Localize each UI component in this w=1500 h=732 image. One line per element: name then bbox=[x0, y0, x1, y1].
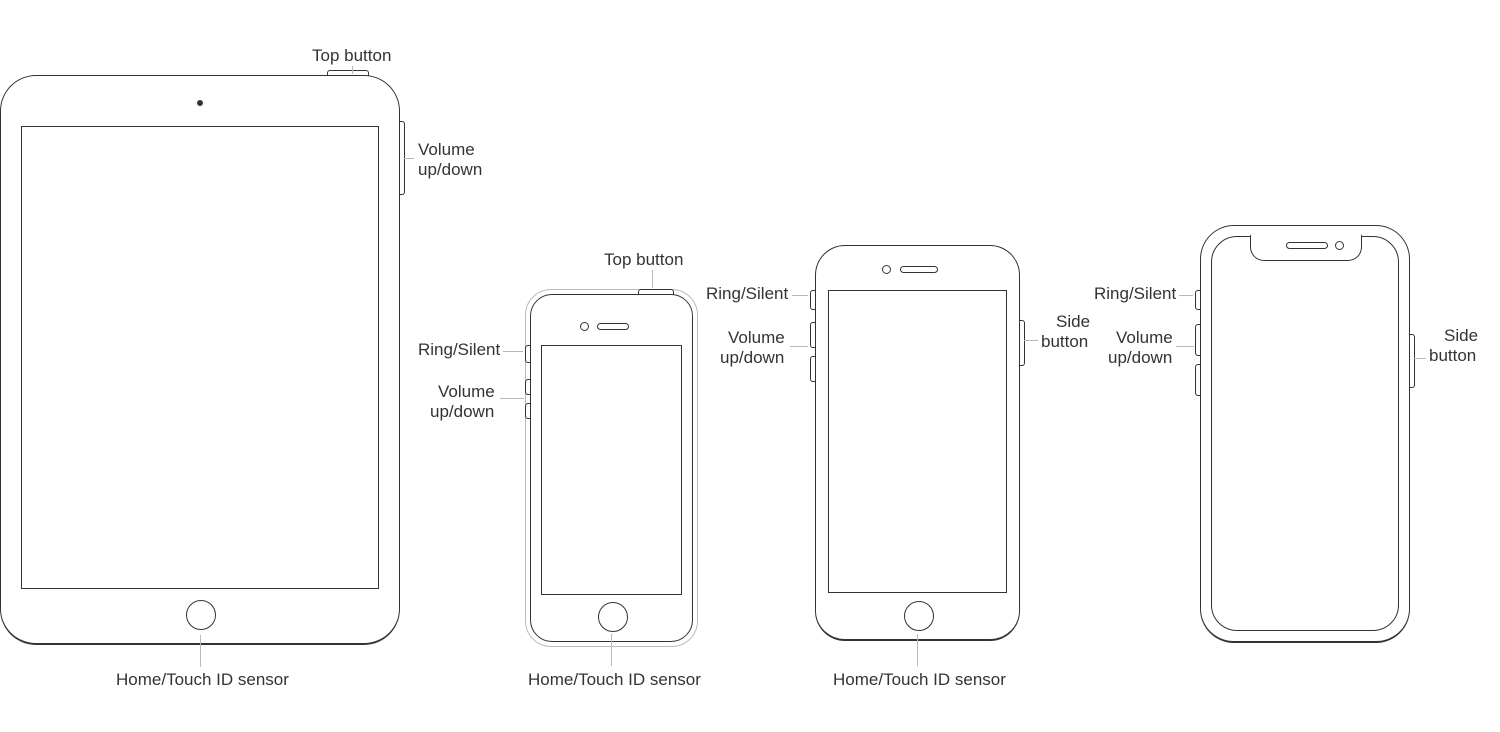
iphone-home-front-camera-icon bbox=[882, 265, 891, 274]
device-iphone-small bbox=[530, 294, 693, 642]
leader-line bbox=[404, 158, 414, 159]
iphone-home-home-button-icon bbox=[904, 601, 934, 631]
label-p8-ring-silent: Ring/Silent bbox=[706, 284, 788, 304]
label-se-top-button: Top button bbox=[604, 250, 683, 270]
iphone-home-volume-down-icon bbox=[810, 356, 816, 382]
diagram-stage: Top button Volume up/down Home/Touch ID … bbox=[0, 0, 1500, 732]
label-p8-side-line1: Side bbox=[1056, 312, 1090, 332]
iphone-small-volume-up-icon bbox=[525, 379, 531, 395]
iphone-home-volume-up-icon bbox=[810, 322, 816, 348]
label-se-home: Home/Touch ID sensor bbox=[528, 670, 701, 690]
ipad-screen bbox=[21, 126, 379, 589]
iphone-small-screen bbox=[541, 345, 682, 595]
device-ipad bbox=[0, 75, 400, 645]
iphone-notch-side-button-icon bbox=[1409, 334, 1415, 388]
ipad-front-camera-icon bbox=[197, 100, 203, 106]
iphone-small-front-camera-icon bbox=[580, 322, 589, 331]
label-px-volume-line2: up/down bbox=[1108, 348, 1172, 368]
leader-line bbox=[500, 398, 524, 399]
iphone-home-side-button-icon bbox=[1019, 320, 1025, 366]
iphone-home-screen bbox=[828, 290, 1007, 593]
label-ipad-home: Home/Touch ID sensor bbox=[116, 670, 289, 690]
leader-line bbox=[652, 270, 653, 288]
label-se-volume-line1: Volume bbox=[438, 382, 495, 402]
label-se-ring-silent: Ring/Silent bbox=[418, 340, 500, 360]
label-px-volume-line1: Volume bbox=[1116, 328, 1173, 348]
leader-line bbox=[790, 346, 808, 347]
iphone-small-ring-silent-switch-icon bbox=[525, 345, 531, 363]
label-px-side-line2: button bbox=[1429, 346, 1476, 366]
label-px-ring-silent: Ring/Silent bbox=[1094, 284, 1176, 304]
label-p8-volume-line2: up/down bbox=[720, 348, 784, 368]
ipad-top-button-icon bbox=[327, 70, 369, 76]
leader-line bbox=[200, 635, 201, 667]
leader-line bbox=[1024, 340, 1038, 341]
label-p8-side-line2: button bbox=[1041, 332, 1088, 352]
iphone-notch-volume-up-icon bbox=[1195, 324, 1201, 356]
label-ipad-top-button: Top button bbox=[312, 46, 391, 66]
iphone-notch-ring-silent-switch-icon bbox=[1195, 290, 1201, 310]
iphone-notch-notch-icon bbox=[1250, 234, 1362, 261]
iphone-small-home-button-icon bbox=[598, 602, 628, 632]
leader-line bbox=[1179, 295, 1193, 296]
iphone-small-volume-down-icon bbox=[525, 403, 531, 419]
leader-line bbox=[352, 66, 353, 74]
iphone-home-speaker-icon bbox=[900, 266, 938, 273]
iphone-notch-screen bbox=[1211, 236, 1399, 631]
iphone-small-top-button-icon bbox=[638, 289, 674, 295]
leader-line bbox=[917, 634, 918, 666]
label-px-side-line1: Side bbox=[1444, 326, 1478, 346]
label-p8-volume-line1: Volume bbox=[728, 328, 785, 348]
leader-line bbox=[503, 351, 523, 352]
label-ipad-volume-line2: up/down bbox=[418, 160, 482, 180]
device-iphone-home bbox=[815, 245, 1020, 641]
iphone-notch-volume-down-icon bbox=[1195, 364, 1201, 396]
iphone-small-speaker-icon bbox=[597, 323, 629, 330]
leader-line bbox=[611, 634, 612, 666]
iphone-home-ring-silent-switch-icon bbox=[810, 290, 816, 310]
label-se-volume-line2: up/down bbox=[430, 402, 494, 422]
device-iphone-notch bbox=[1200, 225, 1410, 643]
leader-line bbox=[1176, 346, 1194, 347]
leader-line bbox=[792, 295, 808, 296]
leader-line bbox=[1414, 358, 1426, 359]
ipad-home-button-icon bbox=[186, 600, 216, 630]
label-p8-home: Home/Touch ID sensor bbox=[833, 670, 1006, 690]
label-ipad-volume-line1: Volume bbox=[418, 140, 475, 160]
